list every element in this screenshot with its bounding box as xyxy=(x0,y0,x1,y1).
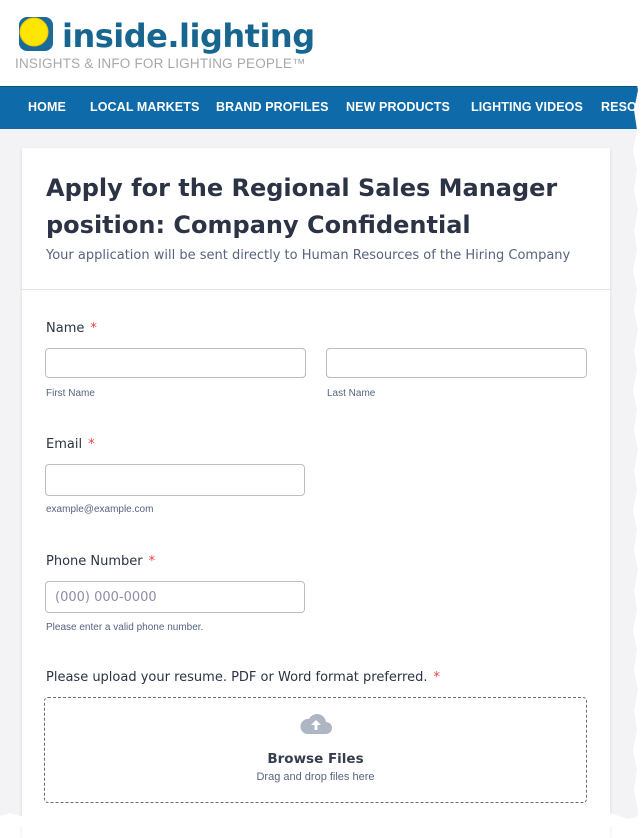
file-upload-dropzone[interactable]: Browse Files Drag and drop files here xyxy=(44,697,587,803)
nav-item-brand-profiles[interactable]: BRAND PROFILES xyxy=(216,87,329,129)
drag-drop-hint: Drag and drop files here xyxy=(256,771,375,783)
required-marker: * xyxy=(148,554,156,569)
phone-sublabel: Please enter a valid phone number. xyxy=(46,622,204,633)
header-divider xyxy=(22,289,610,290)
email-label: Email * xyxy=(46,437,95,452)
phone-label: Phone Number * xyxy=(46,554,156,569)
required-marker: * xyxy=(433,670,440,685)
name-label: Name * xyxy=(46,321,97,336)
logo-wordmark: inside.lighting xyxy=(62,17,315,55)
site-header: inside.lighting INSIGHTS & INFO FOR LIGH… xyxy=(0,0,642,86)
application-form: Apply for the Regional Sales Manager pos… xyxy=(22,148,610,838)
first-name-input[interactable] xyxy=(45,348,306,378)
sun-icon xyxy=(19,17,53,51)
browse-files-button[interactable]: Browse Files xyxy=(45,751,586,767)
last-name-input[interactable] xyxy=(326,348,587,378)
cloud-upload-icon xyxy=(300,714,332,734)
nav-item-home[interactable]: HOME xyxy=(28,87,66,129)
last-name-sublabel: Last Name xyxy=(327,388,376,399)
nav-item-new-products[interactable]: NEW PRODUCTS xyxy=(346,87,450,129)
email-input[interactable] xyxy=(45,464,305,496)
form-title: Apply for the Regional Sales Manager pos… xyxy=(46,174,558,239)
phone-input[interactable] xyxy=(45,581,305,613)
required-marker: * xyxy=(90,321,97,336)
nav-item-local-markets[interactable]: LOCAL MARKETS xyxy=(90,87,199,129)
nav-item-resources[interactable]: RESOU xyxy=(601,87,642,129)
resume-label: Please upload your resume. PDF or Word f… xyxy=(46,670,440,685)
logo-tagline: INSIGHTS & INFO FOR LIGHTING PEOPLE™ xyxy=(15,56,306,71)
email-sublabel: example@example.com xyxy=(46,504,154,515)
required-marker: * xyxy=(88,437,95,452)
form-subtitle: Your application will be sent directly t… xyxy=(46,248,571,263)
nav-item-lighting-videos[interactable]: LIGHTING VIDEOS xyxy=(471,87,583,129)
first-name-sublabel: First Name xyxy=(46,388,95,399)
main-nav: HOME LOCAL MARKETS BRAND PROFILES NEW PR… xyxy=(0,86,642,130)
